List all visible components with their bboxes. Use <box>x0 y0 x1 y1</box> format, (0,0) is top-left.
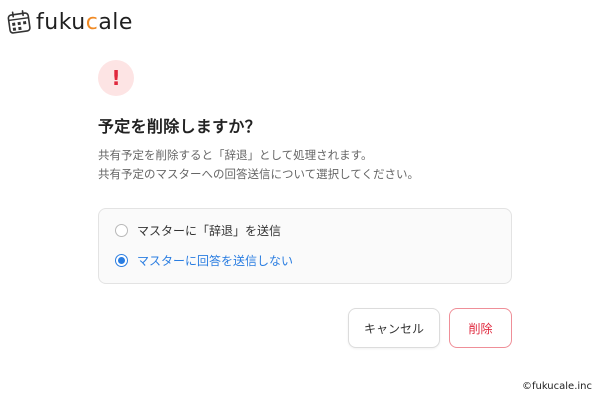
logo-text-suffix: ale <box>98 9 133 35</box>
logo-wordmark: fukucale <box>36 10 133 35</box>
option-do-not-send-label: マスターに回答を送信しない <box>137 254 294 268</box>
description-line-1: 共有予定を削除すると「辞退」として処理されます。 <box>98 148 373 162</box>
dialog-description: 共有予定を削除すると「辞退」として処理されます。 共有予定のマスターへの回答送信… <box>98 146 419 184</box>
delete-button[interactable]: 削除 <box>449 308 512 348</box>
dialog-title: 予定を削除しますか？ <box>98 117 262 136</box>
description-line-2: 共有予定のマスターへの回答送信について選択してください。 <box>98 167 419 181</box>
radio-send-decline[interactable] <box>115 224 128 237</box>
radio-do-not-send[interactable] <box>115 254 128 267</box>
option-do-not-send[interactable]: マスターに回答を送信しない <box>115 252 293 269</box>
logo-text-prefix: fuku <box>36 9 86 35</box>
calendar-icon <box>7 10 31 34</box>
cancel-button[interactable]: キャンセル <box>348 308 440 348</box>
exclamation-icon: ! <box>111 66 121 90</box>
response-option-group: マスターに「辞退」を送信 マスターに回答を送信しない <box>98 208 512 284</box>
copyright-text: ©fukucale.inc <box>521 381 592 392</box>
app-logo: fukucale <box>6 7 133 37</box>
option-send-decline[interactable]: マスターに「辞退」を送信 <box>115 222 281 239</box>
option-send-decline-label: マスターに「辞退」を送信 <box>137 224 282 238</box>
logo-text-accent: c <box>85 9 99 35</box>
warning-badge: ! <box>98 60 134 96</box>
